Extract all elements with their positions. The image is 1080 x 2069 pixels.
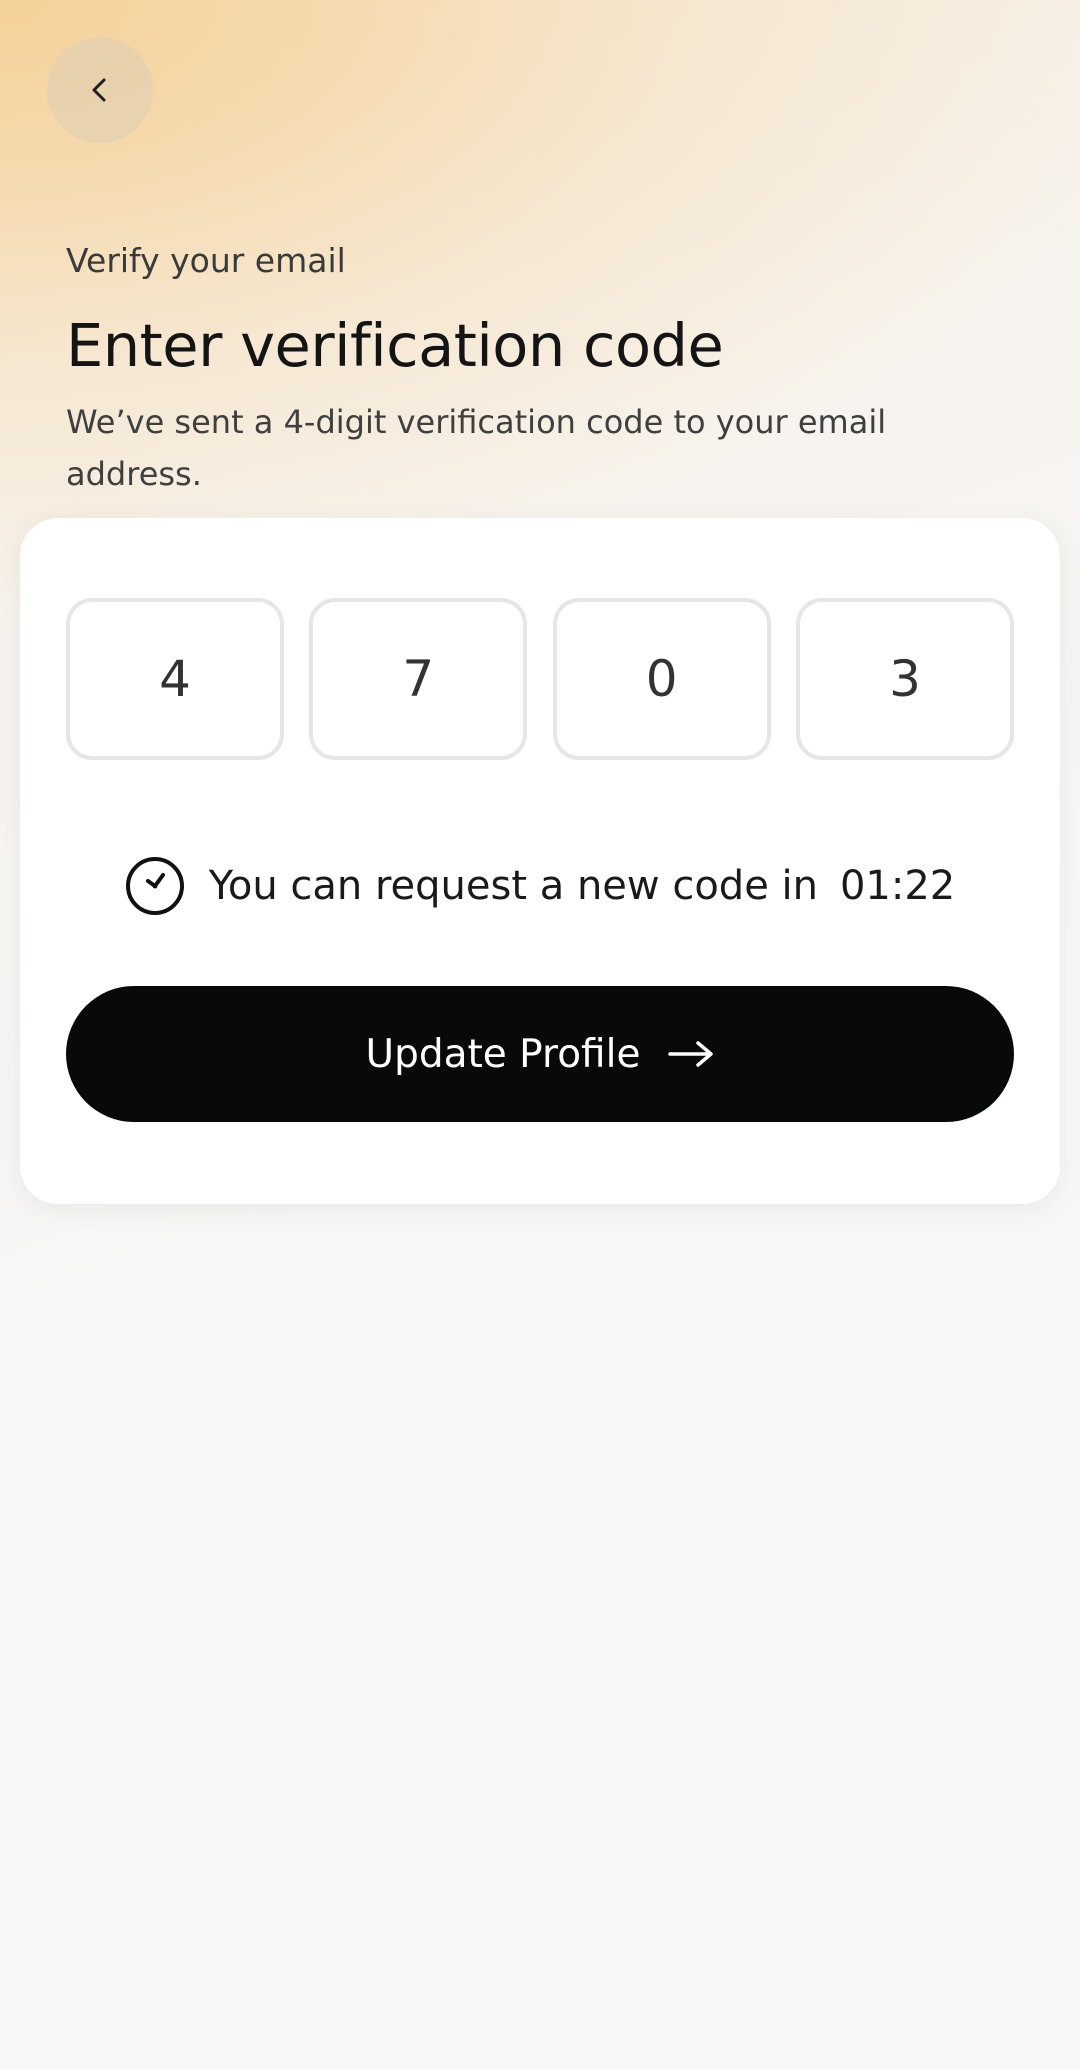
code-digit-1[interactable]: 4: [66, 598, 284, 760]
verification-card: 4 7 0 3 You can request a new code in 01…: [20, 518, 1060, 1204]
code-digit-4[interactable]: 3: [795, 598, 1014, 760]
resend-timer: You can request a new code in 01:22: [20, 854, 1060, 918]
chevron-left-icon: [92, 78, 106, 102]
update-profile-button[interactable]: Update Profile: [66, 986, 1014, 1122]
eyebrow-text: Verify your email: [66, 241, 346, 280]
arrow-right-icon: [668, 1041, 714, 1067]
header: Verify your email Enter verification cod…: [66, 232, 1026, 500]
timer-message: You can request a new code in: [208, 863, 818, 909]
code-digit-2[interactable]: 7: [309, 598, 528, 760]
code-input-row: 4 7 0 3: [66, 598, 1014, 764]
code-digit-3[interactable]: 0: [552, 598, 771, 760]
page-subtitle: We’ve sent a 4-digit verification code t…: [66, 403, 887, 493]
update-profile-label: Update Profile: [365, 1031, 641, 1077]
timer-countdown: 01:22: [839, 863, 956, 909]
clock-icon: [125, 857, 184, 915]
back-button[interactable]: [47, 37, 153, 143]
page-title: Enter verification code: [66, 311, 724, 380]
